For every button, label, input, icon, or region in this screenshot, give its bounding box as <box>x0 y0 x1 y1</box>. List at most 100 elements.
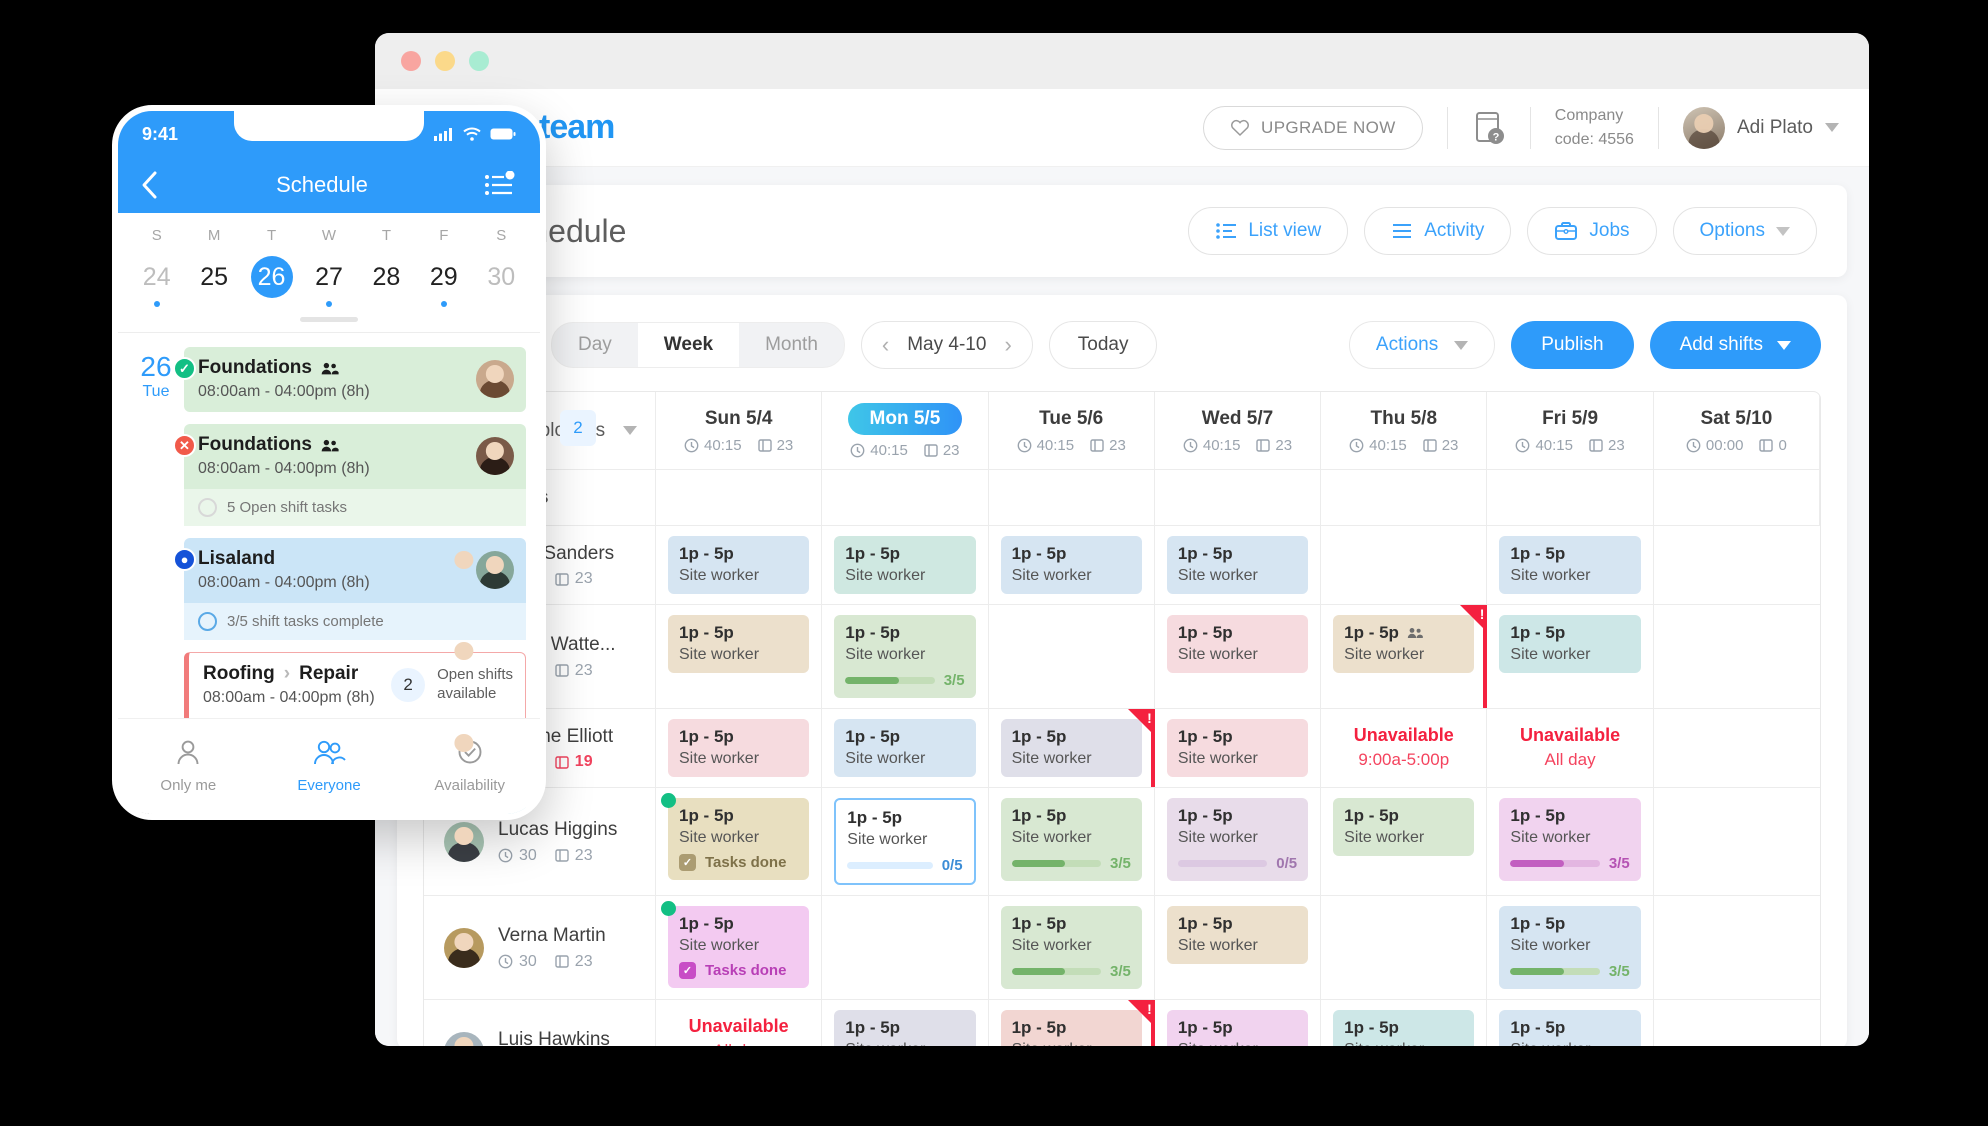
schedule-cell[interactable]: 1p - 5p Site worker <box>656 709 823 788</box>
schedule-cell[interactable]: 1p - 5p Site worker <box>1487 526 1654 605</box>
jobs-button[interactable]: Jobs <box>1527 207 1657 255</box>
maximize-traffic-light[interactable] <box>469 51 489 71</box>
phone-tab-everyone[interactable]: Everyone <box>259 739 400 794</box>
shift-block[interactable]: 1p - 5p Site worker <box>834 536 976 594</box>
add-shifts-button[interactable]: Add shifts <box>1649 321 1821 369</box>
schedule-cell-empty[interactable] <box>988 605 1155 709</box>
schedule-cell-empty[interactable] <box>1321 526 1488 605</box>
minimize-traffic-light[interactable] <box>435 51 455 71</box>
day-column-header[interactable]: Fri 5/9 40:15 23 <box>1487 392 1654 470</box>
schedule-cell-unavailable[interactable]: Unavailable All day <box>656 1000 823 1046</box>
schedule-cell[interactable]: 1p - 5p Site worker <box>1487 605 1654 709</box>
shift-block[interactable]: 1p - 5p Site worker <box>1166 719 1309 777</box>
phone-week-day[interactable]: S 24 <box>128 227 185 307</box>
schedule-cell[interactable]: 1p - 5p Site worker <box>989 1000 1155 1046</box>
schedule-cell[interactable]: 1p - 5p Site worker 0/5 <box>822 788 989 896</box>
day-column-header[interactable]: Thu 5/8 40:15 23 <box>1321 392 1488 470</box>
shift-block[interactable]: 1p - 5p Site worker <box>1166 536 1309 594</box>
shift-block[interactable]: 1p - 5p Site worker <box>1499 1010 1641 1046</box>
schedule-cell[interactable]: 1p - 5p Site worker 3/5 <box>1487 788 1654 896</box>
schedule-cell[interactable]: 1p - 5p Site worker <box>822 526 989 605</box>
schedule-cell[interactable]: 1p - 5p Site worker <box>822 709 989 788</box>
activity-button[interactable]: Activity <box>1364 207 1512 255</box>
side-notification-badge[interactable]: 2 <box>560 410 596 446</box>
shift-block[interactable]: 1p - 5p Site worker 3/5 <box>1499 906 1641 989</box>
close-traffic-light[interactable] <box>401 51 421 71</box>
phone-week-day[interactable]: M 25 <box>185 227 242 307</box>
schedule-cell-empty[interactable] <box>822 896 989 1000</box>
today-button[interactable]: Today <box>1048 321 1158 369</box>
shift-block[interactable]: 1p - 5p Site worker ✓ Tasks done <box>668 798 810 880</box>
schedule-cell-empty[interactable] <box>1653 788 1820 896</box>
publish-button[interactable]: Publish <box>1511 321 1634 369</box>
phone-event-card[interactable]: ✕ Foundations 08:00am - 04:00pm (8h) 5 O… <box>173 424 526 526</box>
shift-block[interactable]: 1p - 5p Site worker <box>668 719 810 777</box>
schedule-cell-empty[interactable] <box>1653 896 1820 1000</box>
shift-block[interactable]: 1p - 5p Site worker <box>1499 536 1641 594</box>
shift-block[interactable]: 1p - 5p Site worker 3/5 <box>834 615 976 698</box>
open-shifts-cell[interactable] <box>656 470 823 526</box>
shift-block[interactable]: 1p - 5p Site worker <box>1166 615 1309 673</box>
schedule-cell-unavailable[interactable]: Unavailable 9:00a-5:00p <box>1321 709 1488 788</box>
schedule-cell[interactable]: 1p - 5p Site worker <box>988 526 1155 605</box>
schedule-cell-unavailable[interactable]: Unavailable All day <box>1487 709 1654 788</box>
shift-block[interactable]: 1p - 5p Site worker <box>668 536 810 594</box>
phone-week-day[interactable]: T 28 <box>358 227 415 307</box>
shift-block[interactable]: 1p - 5p Site worker <box>1000 719 1142 777</box>
schedule-cell[interactable]: 1p - 5p Site worker 3/5 <box>1487 896 1654 1000</box>
shift-block[interactable]: 1p - 5p Site worker <box>1333 798 1475 856</box>
view-toggle-day[interactable]: Day <box>552 323 638 367</box>
day-column-header[interactable]: Mon 5/5 40:15 23 <box>822 392 989 470</box>
actions-button[interactable]: Actions <box>1348 321 1496 369</box>
schedule-cell[interactable]: 1p - 5p Site worker <box>1154 709 1322 788</box>
schedule-cell[interactable]: 1p - 5p Site worker 0/5 <box>1154 788 1322 896</box>
schedule-cell-empty[interactable] <box>1654 1000 1820 1046</box>
open-shifts-cell[interactable] <box>1321 470 1488 526</box>
schedule-cell[interactable]: 1p - 5p Site worker ✓ Tasks done <box>656 896 823 1000</box>
schedule-cell-empty[interactable] <box>1653 526 1820 605</box>
open-shifts-cell[interactable] <box>988 470 1155 526</box>
options-button[interactable]: Options <box>1672 207 1817 255</box>
schedule-cell[interactable]: 1p - 5p Site worker <box>1321 788 1488 896</box>
shift-block[interactable]: 1p - 5p Site worker ✓ Tasks done <box>668 906 810 988</box>
schedule-cell[interactable]: 1p - 5p Site worker <box>1154 526 1322 605</box>
schedule-cell[interactable]: 1p - 5p Site worker 3/5 <box>988 788 1155 896</box>
view-toggle-week[interactable]: Week <box>637 323 740 367</box>
schedule-cell[interactable]: 1p - 5p Site worker <box>656 605 823 709</box>
schedule-cell[interactable]: 1p - 5p Site worker <box>1487 1000 1654 1046</box>
phone-tab-only-me[interactable]: Only me <box>118 739 259 794</box>
schedule-cell-empty[interactable] <box>1653 605 1820 709</box>
shift-block[interactable]: 1p - 5p Site worker <box>1166 906 1309 964</box>
shift-block[interactable]: 1p - 5p Site worker <box>1499 615 1641 673</box>
phone-week-day[interactable]: F 29 <box>415 227 472 307</box>
phone-event-card[interactable]: ✓ Foundations 08:00am - 04:00pm (8h) <box>173 347 526 412</box>
phone-event-card[interactable]: ● Lisaland 08:00am - 04:00pm (8h) 3/5 sh… <box>173 538 526 640</box>
shift-block[interactable]: 1p - 5p Site worker 3/5 <box>1000 798 1142 881</box>
shift-block[interactable]: 1p - 5p Site worker <box>1000 536 1142 594</box>
day-column-header[interactable]: Tue 5/6 40:15 23 <box>988 392 1155 470</box>
list-view-button[interactable]: List view <box>1188 207 1349 255</box>
user-menu[interactable]: Adi Plato <box>1682 106 1839 149</box>
app-logo[interactable]: team <box>539 108 615 147</box>
shift-block[interactable]: 1p - 5p Site worker 3/5 <box>1000 906 1142 989</box>
shift-block[interactable]: 1p - 5p Site worker <box>834 1010 976 1046</box>
schedule-cell[interactable]: 1p - 5p Site worker <box>1154 605 1322 709</box>
schedule-cell-empty[interactable] <box>1653 709 1820 788</box>
open-shifts-cell[interactable] <box>822 470 989 526</box>
schedule-cell[interactable]: 1p - 5p Site worker 3/5 <box>988 896 1155 1000</box>
next-week-button[interactable]: › <box>1004 332 1011 358</box>
schedule-cell[interactable]: 1p - 5p Site worker 1/2 <box>1321 1000 1488 1046</box>
agenda-list-icon[interactable] <box>484 171 518 199</box>
shift-block[interactable]: 1p - 5p Site worker <box>668 615 810 673</box>
schedule-cell[interactable]: 1p - 5p Site worker <box>1321 605 1488 709</box>
shift-block[interactable]: 1p - 5p Site worker 1/2 <box>1333 1010 1475 1046</box>
schedule-cell[interactable]: 1p - 5p Site worker <box>822 1000 989 1046</box>
shift-block[interactable]: 1p - 5p Site worker 3/5 <box>1166 1010 1309 1046</box>
schedule-cell[interactable]: 1p - 5p Site worker 3/5 <box>1155 1000 1322 1046</box>
schedule-cell[interactable]: 1p - 5p Site worker <box>1154 896 1322 1000</box>
day-column-header[interactable]: Sat 5/10 00:00 0 <box>1653 392 1820 470</box>
schedule-cell-empty[interactable] <box>1321 896 1488 1000</box>
shift-block[interactable]: 1p - 5p Site worker <box>1333 615 1475 673</box>
schedule-cell[interactable]: 1p - 5p Site worker ✓ Tasks done <box>656 788 823 896</box>
back-chevron-icon[interactable] <box>140 170 160 200</box>
